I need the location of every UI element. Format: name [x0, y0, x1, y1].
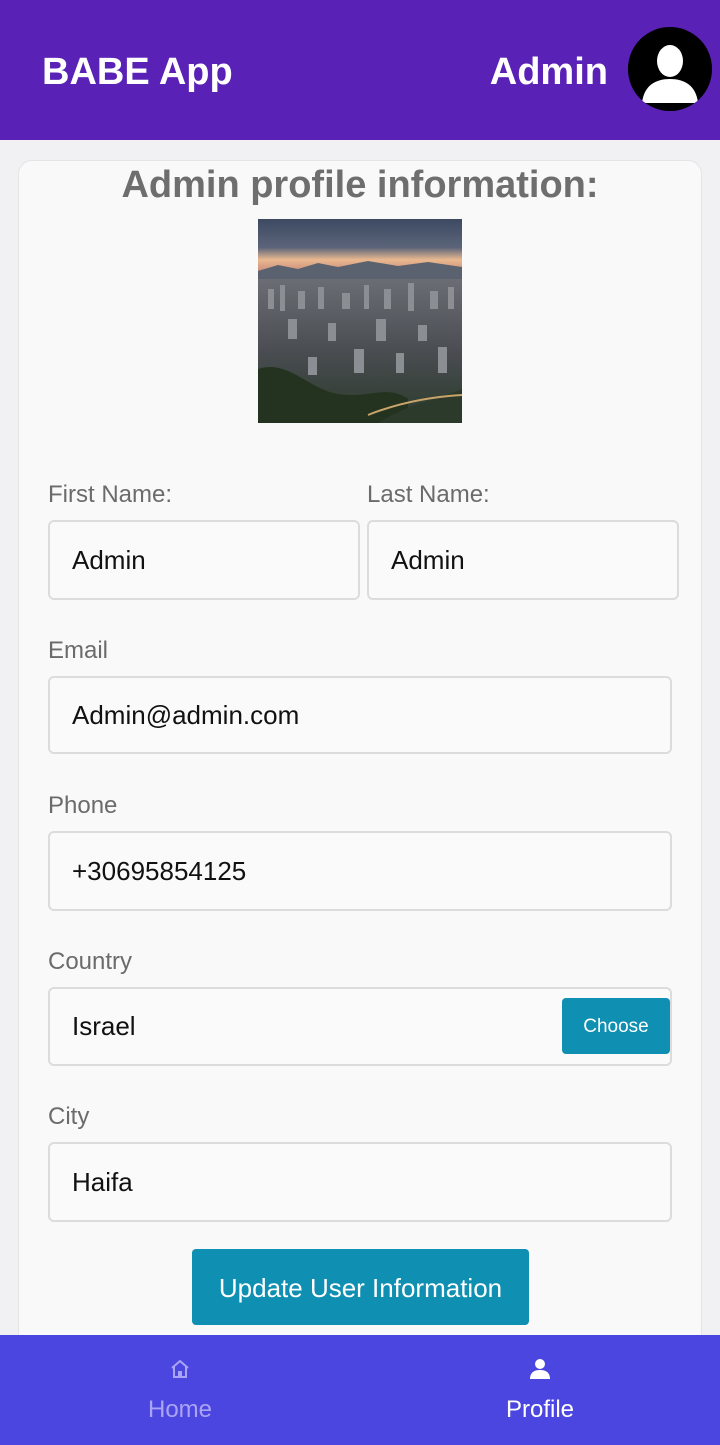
- nav-label-profile: Profile: [505, 1396, 575, 1423]
- nav-item-profile[interactable]: Profile: [360, 1335, 720, 1445]
- app-bar: BABE App Admin: [0, 0, 720, 140]
- last-name-field[interactable]: Admin: [367, 520, 679, 600]
- home-icon: [171, 1360, 189, 1378]
- city-field[interactable]: Haifa: [48, 1142, 672, 1222]
- email-label: Email: [48, 637, 109, 664]
- phone-field[interactable]: +30695854125: [48, 831, 672, 911]
- last-name-label: Last Name:: [367, 481, 490, 508]
- city-skyline-photo: [258, 219, 462, 423]
- country-label: Country: [48, 948, 133, 975]
- first-name-label: First Name:: [48, 481, 173, 508]
- person-icon: [530, 1359, 550, 1379]
- bottom-nav: Home Profile: [0, 1335, 720, 1445]
- user-avatar-icon[interactable]: [628, 27, 712, 111]
- choose-country-button[interactable]: Choose: [562, 998, 670, 1054]
- nav-item-home[interactable]: Home: [0, 1335, 360, 1445]
- city-label: City: [48, 1103, 90, 1130]
- user-name: Admin: [489, 51, 608, 93]
- update-user-information-button[interactable]: Update User Information: [192, 1249, 529, 1325]
- phone-label: Phone: [48, 792, 118, 819]
- nav-label-home: Home: [147, 1396, 213, 1423]
- page-title: Admin profile information:: [121, 164, 599, 206]
- first-name-field[interactable]: Admin: [48, 520, 360, 600]
- app-title: BABE App: [42, 51, 233, 93]
- email-field[interactable]: Admin@admin.com: [48, 676, 672, 754]
